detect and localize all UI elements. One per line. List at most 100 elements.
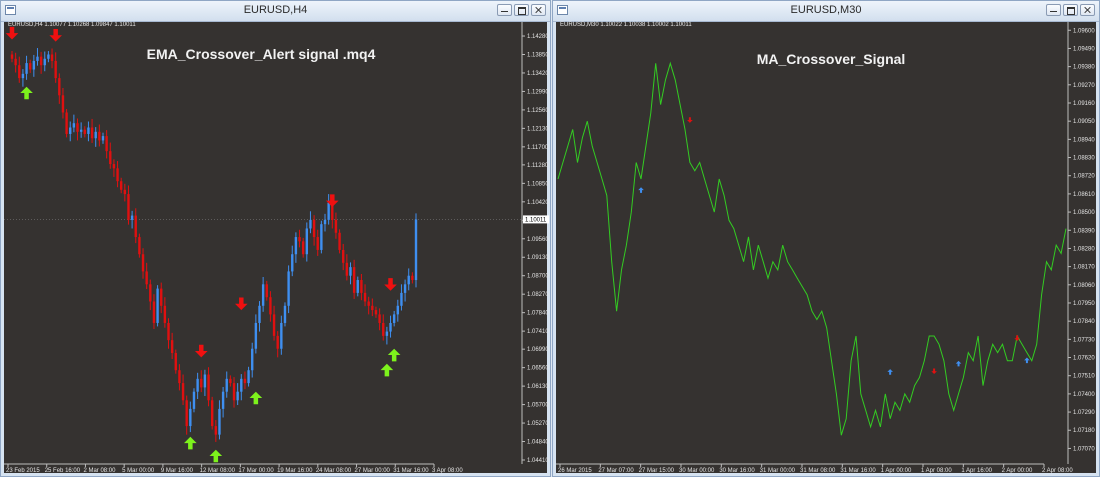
chart-area[interactable]: 1.09600 1.09490 1.09380 1.09270 1.09160 1.090… — [556, 22, 1098, 475]
buy-arrow-icon — [209, 449, 223, 463]
price-tick-label: 1.07840 — [1073, 319, 1095, 325]
price-tick-label: 1.08390 — [1073, 228, 1095, 234]
price-tick-label: 1.06130 — [527, 384, 549, 390]
price-tick-label: 1.12990 — [527, 89, 549, 95]
candle-body — [367, 301, 370, 306]
candle-body — [90, 127, 94, 139]
candle-body — [112, 164, 116, 169]
price-tick-label: 1.09270 — [1073, 83, 1095, 89]
candle-body — [109, 151, 112, 165]
candle-body — [287, 271, 290, 306]
candle-body — [145, 271, 148, 285]
candle-body — [32, 60, 36, 70]
price-tick-label: 1.12560 — [527, 108, 549, 114]
maximize-button[interactable] — [514, 4, 529, 16]
candle-body — [47, 54, 50, 59]
price-tick-label: 1.10850 — [527, 181, 549, 187]
time-tick-label: 2 Apr 00:00 — [1002, 468, 1033, 474]
buy-arrow-icon — [955, 360, 962, 367]
sell-arrow-icon — [49, 29, 62, 42]
candle-body — [98, 131, 101, 141]
price-tick-label: 1.07180 — [1073, 428, 1095, 434]
buy-arrow-icon — [184, 436, 197, 450]
price-tick-label: 1.13420 — [527, 71, 549, 77]
time-tick-label: 25 Feb 16:00 — [45, 468, 81, 474]
candle-body — [251, 348, 254, 371]
indicator-title: EMA_Crossover_Alert signal .mq4 — [147, 46, 376, 62]
chart-window-eurusd-h4[interactable]: EURUSD,H4 1.14280 1.13850 1.13420 1.12990 1.… — [0, 0, 551, 477]
candle-body — [210, 400, 214, 427]
price-tick-label: 1.09130 — [527, 255, 549, 261]
h4-candlestick-chart[interactable]: 1.14280 1.13850 1.13420 1.12990 1.12560 1.121… — [4, 22, 549, 475]
candle-body — [334, 219, 338, 233]
candle-body — [83, 129, 86, 134]
time-tick-label: 2 Mar 08:00 — [83, 468, 116, 474]
candle-body — [225, 378, 228, 392]
minimize-button[interactable] — [1046, 4, 1061, 16]
candle-body — [141, 254, 145, 272]
price-tick-label: 1.07840 — [527, 311, 549, 317]
candle-body — [374, 310, 378, 315]
window-titlebar[interactable]: EURUSD,H4 — [1, 1, 550, 22]
candle-body — [301, 241, 305, 255]
buy-arrow-icon — [1024, 357, 1030, 364]
candle-body — [123, 189, 127, 195]
maximize-button[interactable] — [1063, 4, 1078, 16]
candle-body — [163, 305, 167, 323]
time-tick-label: 1 Apr 16:00 — [961, 468, 992, 474]
candle-body — [320, 224, 323, 250]
candle-body — [170, 340, 174, 354]
m30-line-chart[interactable]: 1.09600 1.09490 1.09380 1.09270 1.09160 1.090… — [556, 22, 1098, 475]
close-button[interactable] — [1080, 4, 1095, 16]
time-tick-label: 19 Mar 16:00 — [277, 468, 313, 474]
candle-body — [58, 78, 61, 96]
time-tick-label: 12 Mar 08:00 — [200, 468, 236, 474]
candle-body — [160, 288, 163, 306]
close-button[interactable] — [531, 4, 546, 16]
sell-arrow-icon — [194, 344, 208, 358]
time-tick-label: 9 Mar 16:00 — [161, 468, 194, 474]
chart-area[interactable]: 1.14280 1.13850 1.13420 1.12990 1.12560 1.121… — [4, 22, 549, 475]
candle-body — [389, 322, 392, 332]
price-tick-label: 1.08700 — [527, 274, 549, 280]
time-tick-label: 23 Feb 2015 — [6, 468, 40, 474]
candle-body — [207, 374, 210, 401]
time-tick-label: 1 Apr 08:00 — [921, 468, 952, 474]
price-tick-label: 1.07620 — [1073, 356, 1095, 362]
candle-body — [152, 301, 156, 323]
price-tick-label: 1.08280 — [1073, 246, 1095, 252]
candle-body — [28, 63, 32, 70]
candle-body — [323, 219, 327, 225]
candle-body — [414, 219, 418, 281]
price-tick-label: 1.07950 — [1073, 301, 1095, 307]
candle-body — [10, 54, 14, 59]
candle-body — [192, 391, 196, 409]
time-tick-label: 31 Mar 08:00 — [800, 468, 836, 474]
price-tick-label: 1.07290 — [1073, 410, 1095, 416]
candle-body — [396, 305, 400, 315]
candle-body — [294, 237, 298, 255]
candle-body — [407, 275, 410, 285]
price-tick-label: 1.09560 — [527, 237, 549, 243]
candle-body — [189, 408, 192, 427]
candle-body — [54, 60, 57, 79]
price-tick-label: 1.09160 — [1073, 101, 1095, 107]
minimize-button[interactable] — [497, 4, 512, 16]
chart-window-eurusd-m30[interactable]: EURUSD,M30 1.09600 1.09490 1.09380 1.09270 1… — [552, 0, 1100, 477]
time-tick-label: 3 Apr 08:00 — [432, 468, 463, 474]
window-titlebar[interactable]: EURUSD,M30 — [553, 1, 1099, 22]
candle-body — [43, 58, 46, 66]
time-tick-label: 24 Mar 08:00 — [316, 468, 352, 474]
price-tick-label: 1.10420 — [527, 200, 549, 206]
candle-body — [229, 378, 232, 384]
candle-body — [378, 314, 381, 323]
price-tick-label: 1.12130 — [527, 126, 549, 132]
candle-body — [65, 112, 68, 134]
candle-body — [14, 58, 17, 66]
price-tick-label: 1.05270 — [527, 421, 549, 427]
price-tick-label: 1.11280 — [527, 163, 549, 169]
chart-header-info: EURUSD,H4 1.10077 1.10268 1.09847 1.1001… — [8, 22, 136, 28]
chart-header-info: EURUSD,M30 1.10022 1.10038 1.10002 1.100… — [560, 22, 692, 28]
candle-body — [50, 54, 54, 61]
candle-body — [116, 168, 119, 182]
